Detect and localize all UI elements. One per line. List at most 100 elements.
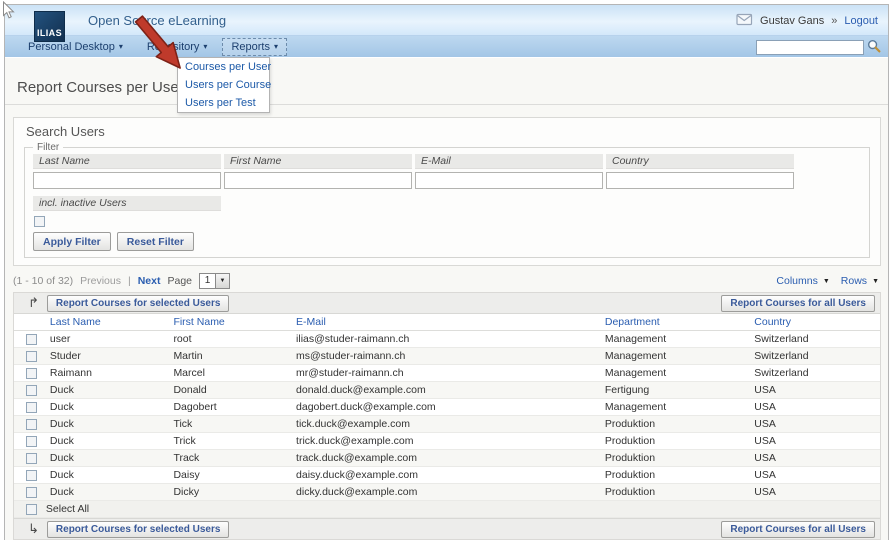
filter-label: E-Mail (415, 154, 603, 169)
table-row: RaimannMarcelmr@studer-raimann.chManagem… (14, 365, 880, 382)
ilias-window: ILIAS Open Source eLearning Gustav Gans … (4, 4, 889, 540)
report-all-users-button-bottom[interactable]: Report Courses for all Users (721, 521, 875, 538)
main-nav: Personal Desktop▾Repository▾Reports▾ (5, 35, 888, 57)
table-cell: Raimann (46, 365, 170, 382)
ilias-logo[interactable]: ILIAS (34, 11, 65, 42)
sort-department[interactable]: Department (605, 316, 660, 328)
separator: » (831, 15, 837, 27)
inactive-users-checkbox[interactable] (34, 216, 45, 227)
table-cell: Switzerland (750, 331, 880, 348)
table-cell: Fertigung (601, 382, 750, 399)
table-cell: Studer (46, 348, 170, 365)
page-select[interactable]: 1 ▼ (199, 273, 230, 289)
row-checkbox[interactable] (26, 334, 37, 345)
filter-input-e-mail[interactable] (415, 172, 603, 189)
table-cell: USA (750, 450, 880, 467)
row-checkbox[interactable] (26, 402, 37, 413)
table-cell: Produktion (601, 467, 750, 484)
menu-item-users-per-course[interactable]: Users per Course (178, 76, 269, 94)
logout-link[interactable]: Logout (844, 15, 878, 27)
pagination-top: (1 - 10 of 32) Previous | Next Page 1 ▼ (13, 273, 230, 289)
table-cell: Marcel (169, 365, 292, 382)
page-select-arrow-icon[interactable]: ▼ (215, 274, 229, 288)
table-cell: Daisy (169, 467, 292, 484)
table-cell: user (46, 331, 170, 348)
table-cell: Dicky (169, 484, 292, 501)
row-checkbox[interactable] (26, 351, 37, 362)
reports-dropdown-menu: Courses per UserUsers per CourseUsers pe… (177, 57, 270, 113)
table-cell: ms@studer-raimann.ch (292, 348, 601, 365)
table-cell: USA (750, 484, 880, 501)
table-cell: mr@studer-raimann.ch (292, 365, 601, 382)
table-cell: Duck (46, 484, 170, 501)
search-users-panel: Search Users Filter Last NameFirst NameE… (13, 117, 881, 266)
table-row: DuckTicktick.duck@example.comProduktionU… (14, 416, 880, 433)
row-checkbox[interactable] (26, 453, 37, 464)
next-link[interactable]: Next (138, 275, 161, 287)
row-checkbox[interactable] (26, 385, 37, 396)
row-checkbox[interactable] (26, 436, 37, 447)
select-all-checkbox[interactable] (26, 504, 37, 515)
table-cell: Martin (169, 348, 292, 365)
sort-country[interactable]: Country (754, 316, 791, 328)
row-checkbox[interactable] (26, 470, 37, 481)
filter-input-country[interactable] (606, 172, 794, 189)
report-selected-users-button-bottom[interactable]: Report Courses for selected Users (47, 521, 230, 538)
table-cell: donald.duck@example.com (292, 382, 601, 399)
table-cell: Duck (46, 399, 170, 416)
row-checkbox[interactable] (26, 419, 37, 430)
nav-item-repository[interactable]: Repository▾ (138, 38, 217, 56)
table-cell: track.duck@example.com (292, 450, 601, 467)
nav-item-label: Reports (231, 41, 270, 53)
table-cell: Management (601, 365, 750, 382)
app-title: Open Source eLearning (88, 13, 226, 28)
chevron-down-icon: ▾ (119, 42, 123, 51)
nav-item-reports[interactable]: Reports▾ (222, 38, 287, 56)
sort-last-name[interactable]: Last Name (50, 316, 101, 328)
header-bar: ILIAS Open Source eLearning Gustav Gans … (5, 5, 888, 35)
table-cell: Duck (46, 467, 170, 484)
rows-caret-icon[interactable]: ▼ (872, 278, 879, 285)
nav-item-label: Personal Desktop (28, 41, 115, 53)
table-row: DuckDagobertdagobert.duck@example.comMan… (14, 399, 880, 416)
table-cell: Produktion (601, 433, 750, 450)
table-cell: USA (750, 382, 880, 399)
filter-label: Country (606, 154, 794, 169)
previous-link[interactable]: Previous (80, 275, 121, 287)
columns-caret-icon[interactable]: ▼ (823, 278, 830, 285)
page-label: Page (167, 275, 192, 287)
table-cell: Produktion (601, 416, 750, 433)
sort-first-name[interactable]: First Name (173, 316, 224, 328)
mail-icon[interactable] (736, 13, 753, 29)
rows-selector[interactable]: Rows (841, 275, 867, 287)
menu-item-users-per-test[interactable]: Users per Test (178, 94, 269, 112)
reset-filter-button[interactable]: Reset Filter (117, 232, 194, 251)
table-cell: tick.duck@example.com (292, 416, 601, 433)
report-selected-users-button-top[interactable]: Report Courses for selected Users (47, 295, 230, 312)
search-icon[interactable] (867, 39, 881, 56)
table-cell: Dagobert (169, 399, 292, 416)
table-cell: trick.duck@example.com (292, 433, 601, 450)
filter-input-first-name[interactable] (224, 172, 412, 189)
table-cell: Donald (169, 382, 292, 399)
menu-item-courses-per-user[interactable]: Courses per User (178, 58, 269, 76)
table-cell: Trick (169, 433, 292, 450)
table-cell: USA (750, 399, 880, 416)
table-cell: Produktion (601, 450, 750, 467)
search-input[interactable] (756, 40, 864, 55)
apply-filter-button[interactable]: Apply Filter (33, 232, 111, 251)
filter-input-last-name[interactable] (33, 172, 221, 189)
filter-legend: Filter (33, 142, 63, 153)
table-cell: dicky.duck@example.com (292, 484, 601, 501)
table-cell: Duck (46, 450, 170, 467)
table-row: StuderMartinms@studer-raimann.chManageme… (14, 348, 880, 365)
table-row: DuckTracktrack.duck@example.comProduktio… (14, 450, 880, 467)
select-all-label: Select All (46, 503, 89, 515)
sort-email[interactable]: E-Mail (296, 316, 326, 328)
row-checkbox[interactable] (26, 368, 37, 379)
table-cell: Duck (46, 416, 170, 433)
chevron-down-icon: ▾ (203, 42, 207, 51)
columns-selector[interactable]: Columns (776, 275, 817, 287)
row-checkbox[interactable] (26, 487, 37, 498)
report-all-users-button-top[interactable]: Report Courses for all Users (721, 295, 875, 312)
